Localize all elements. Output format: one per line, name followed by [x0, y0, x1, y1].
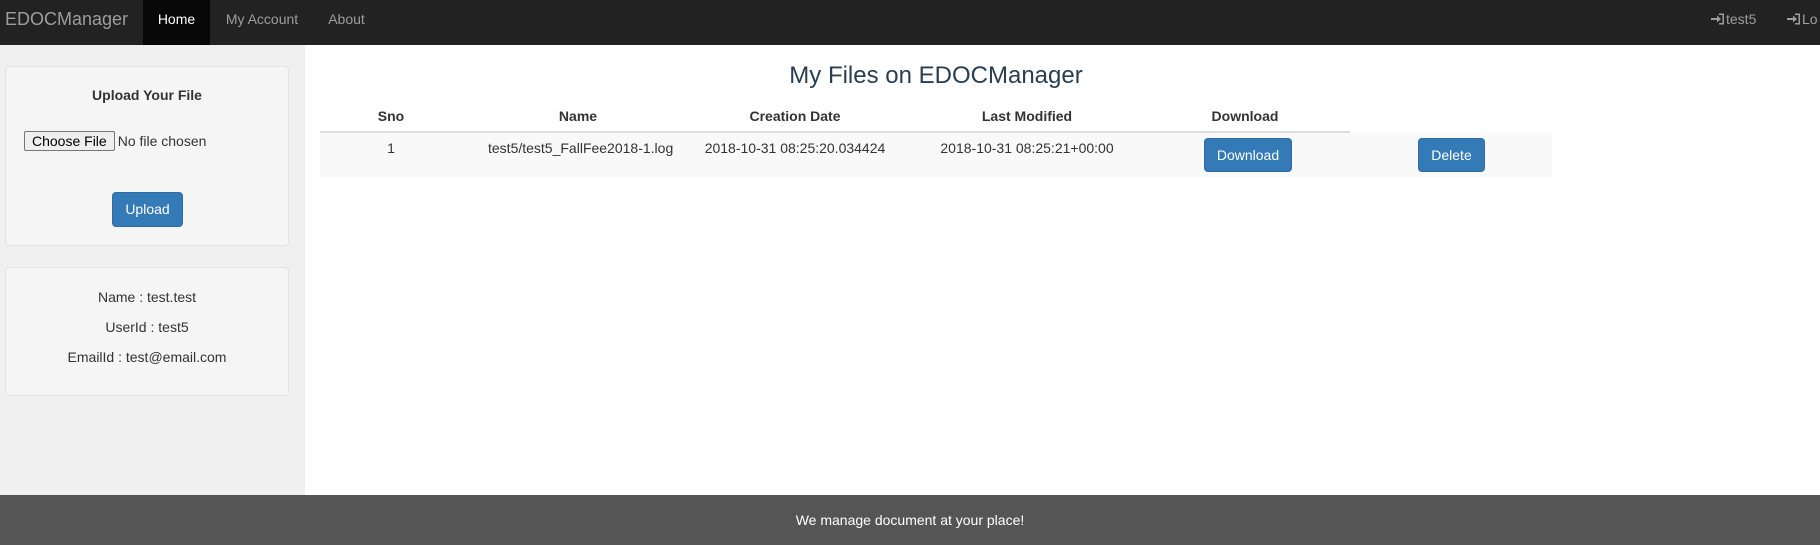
upload-title: Upload Your File [92, 87, 202, 103]
column-header-name: Name [558, 108, 598, 124]
nav-about[interactable]: About [314, 0, 379, 45]
delete-button[interactable]: Delete [1418, 138, 1485, 172]
log-out-icon [1787, 13, 1800, 25]
footer: We manage document at your place! [0, 495, 1820, 545]
footer-text: We manage document at your place! [795, 512, 1025, 528]
upload-panel: Upload Your File Choose File No file chos… [5, 66, 289, 246]
column-header-download: Download [1211, 108, 1279, 124]
nav-logout[interactable]: Lo [1787, 0, 1818, 45]
nav-user-label: test5 [1726, 11, 1757, 27]
nav-user[interactable]: test5 [1711, 0, 1756, 45]
profile-panel: Name : test.test UserId : test5 EmailId … [5, 267, 289, 396]
profile-userid: UserId : test5 [105, 319, 189, 335]
nav-logout-label: Lo [1802, 11, 1818, 27]
nav-home[interactable]: Home [143, 0, 210, 45]
upload-button[interactable]: Upload [112, 192, 183, 227]
log-in-icon [1711, 13, 1724, 25]
table-row: 1 test5/test5_FallFee2018-1.log 2018-10-… [320, 133, 1552, 177]
file-status: No file chosen [117, 133, 207, 149]
brand-link[interactable]: EDOCManager [5, 0, 128, 45]
choose-file-button[interactable]: Choose File [24, 131, 115, 151]
nav-my-account[interactable]: My Account [210, 0, 314, 45]
cell-name: test5/test5_FallFee2018-1.log [488, 140, 674, 156]
top-navbar: EDOCManager Home My Account About test5 … [0, 0, 1820, 45]
profile-email: EmailId : test@email.com [67, 349, 227, 365]
column-header-sno: Sno [377, 108, 405, 124]
profile-name: Name : test.test [97, 289, 197, 305]
page-title: My Files on EDOCManager [789, 62, 1083, 89]
download-button[interactable]: Download [1204, 138, 1292, 172]
column-header-creation-date: Creation Date [749, 108, 841, 124]
column-header-last-modified: Last Modified [981, 108, 1073, 124]
cell-creation-date: 2018-10-31 08:25:20.034424 [704, 140, 886, 156]
sidebar: Upload Your File Choose File No file chos… [0, 45, 305, 495]
cell-last-modified: 2018-10-31 08:25:21+00:00 [940, 140, 1114, 156]
file-input[interactable]: Choose File No file chosen [24, 131, 206, 151]
cell-sno: 1 [387, 140, 395, 156]
